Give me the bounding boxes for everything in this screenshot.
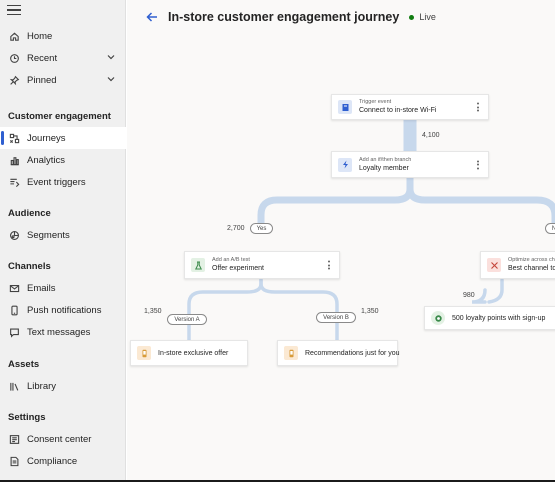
optimize-icon xyxy=(487,258,501,272)
count-version-b: 1,350 xyxy=(361,308,379,315)
card-kind: Trigger event xyxy=(359,99,392,105)
phone-icon xyxy=(8,304,20,316)
nav-item-label: Pinned xyxy=(27,74,57,86)
card-name: In-store exclusive offer xyxy=(158,349,229,357)
nav-item-label: Event triggers xyxy=(27,176,86,188)
clock-icon xyxy=(8,52,20,64)
home-icon xyxy=(8,30,20,42)
card-kind: Add an A/B test xyxy=(212,257,250,263)
nav-item-library[interactable]: Library xyxy=(0,375,126,397)
section-header-customer-engagement: Customer engagement xyxy=(8,111,111,122)
optimize-channels-card[interactable]: Optimize across channels Best channel to… xyxy=(480,251,555,279)
more-options-icon[interactable] xyxy=(477,102,479,112)
card-name: Best channel to c xyxy=(508,265,555,272)
main-area: In-store customer engagement journey Liv… xyxy=(127,0,555,482)
offer-b-card[interactable]: Recommendations just for you xyxy=(277,340,400,366)
page-title: In-store customer engagement journey xyxy=(168,10,400,24)
version-b-pill[interactable]: Version B xyxy=(316,312,356,323)
card-name: Loyalty member xyxy=(359,164,409,172)
status-dot-icon xyxy=(409,14,415,20)
hamburger-menu-icon[interactable] xyxy=(7,5,21,17)
nav-item-label: Compliance xyxy=(27,455,78,467)
version-a-pill[interactable]: Version A xyxy=(167,314,207,325)
branch-yes-pill[interactable]: Yes xyxy=(250,223,273,234)
library-icon xyxy=(8,380,20,392)
pin-icon xyxy=(8,74,20,86)
nav-item-label: Journeys xyxy=(27,132,66,144)
chat-icon xyxy=(8,326,20,338)
branch-no-pill[interactable]: N xyxy=(545,223,555,234)
journey-canvas[interactable]: Trigger event Connect to in-store Wi-Fi … xyxy=(127,34,555,480)
section-header-channels: Channels xyxy=(8,261,51,272)
nav-item-label: Library xyxy=(27,380,57,392)
card-name: Offer experiment xyxy=(212,265,265,272)
card-name: 500 loyalty points with sign-up xyxy=(452,314,546,322)
branch-card[interactable]: Add an if/then branch Loyalty member xyxy=(331,151,489,178)
connector-abtest-split-b xyxy=(259,278,339,342)
count-optimize: 980 xyxy=(463,292,475,299)
segments-icon xyxy=(8,229,20,241)
connector-optimize-down xyxy=(487,278,504,304)
more-options-icon[interactable] xyxy=(477,160,479,169)
branch-icon xyxy=(338,157,352,172)
page-header: In-store customer engagement journey Liv… xyxy=(127,0,555,34)
nav-item-label: Push notifications xyxy=(27,304,102,316)
nav-item-segments[interactable]: Segments xyxy=(0,224,126,246)
nav-item-home[interactable]: Home xyxy=(0,25,126,47)
connector-branch-yes xyxy=(257,174,414,232)
journey-icon xyxy=(8,132,20,144)
nav-item-text-messages[interactable]: Text messages xyxy=(0,321,126,343)
status-badge: Live xyxy=(419,12,436,22)
section-header-assets: Assets xyxy=(8,359,40,370)
ab-test-icon xyxy=(191,258,205,272)
chevron-down-icon[interactable] xyxy=(106,52,116,62)
ab-test-card[interactable]: Add an A/B test Offer experiment xyxy=(184,251,340,279)
nav-item-label: Recent xyxy=(27,52,58,64)
card-kind: Add an if/then branch xyxy=(359,156,412,163)
card-name: Connect to in-store Wi-Fi xyxy=(359,107,437,114)
analytics-icon xyxy=(8,154,20,166)
nav-item-label: Segments xyxy=(27,229,70,241)
offer-a-card[interactable]: In-store exclusive offer xyxy=(130,340,248,366)
nav-item-label: Emails xyxy=(27,282,56,294)
section-header-settings: Settings xyxy=(8,412,46,423)
sidebar: Home Recent Pinned Customer engagement J… xyxy=(0,0,126,482)
connector-branch-no xyxy=(406,174,555,234)
nav-item-label: Text messages xyxy=(27,326,91,338)
nav-item-label: Home xyxy=(27,30,53,42)
event-trigger-icon xyxy=(8,176,20,188)
loyalty-points-card[interactable]: 500 loyalty points with sign-up xyxy=(424,306,555,330)
section-header-audience: Audience xyxy=(8,208,51,219)
nav-item-push-notifications[interactable]: Push notifications xyxy=(0,299,126,321)
nav-item-pinned[interactable]: Pinned xyxy=(0,69,126,91)
more-options-icon[interactable] xyxy=(328,260,330,270)
trigger-event-card[interactable]: Trigger event Connect to in-store Wi-Fi xyxy=(331,94,489,120)
count-version-a: 1,350 xyxy=(144,308,162,315)
nav-item-analytics[interactable]: Analytics xyxy=(0,149,126,171)
nav-item-label: Consent center xyxy=(27,433,92,445)
nav-item-emails[interactable]: Emails xyxy=(0,277,126,299)
whatsapp-icon xyxy=(431,311,445,325)
consent-icon xyxy=(8,433,20,445)
nav-item-label: Analytics xyxy=(27,154,66,166)
connector-abtest-split xyxy=(187,278,263,342)
count-yes: 2,700 xyxy=(227,225,245,232)
nav-item-consent-center[interactable]: Consent center xyxy=(0,428,126,450)
mail-icon xyxy=(8,282,20,294)
trigger-icon xyxy=(338,100,352,114)
nav-item-recent[interactable]: Recent xyxy=(0,47,126,69)
mobile-push-icon xyxy=(284,346,298,360)
card-kind: Optimize across channels xyxy=(508,257,555,263)
chevron-down-icon[interactable] xyxy=(106,74,116,84)
compliance-icon xyxy=(8,455,20,467)
card-name: Recommendations just for you xyxy=(305,349,400,357)
mobile-push-icon xyxy=(137,346,151,360)
back-arrow-icon[interactable] xyxy=(145,10,159,24)
nav-item-compliance[interactable]: Compliance xyxy=(0,450,126,472)
nav-item-event-triggers[interactable]: Event triggers xyxy=(0,171,126,193)
count-trigger: 4,100 xyxy=(422,132,440,139)
nav-item-journeys[interactable]: Journeys xyxy=(0,127,126,149)
